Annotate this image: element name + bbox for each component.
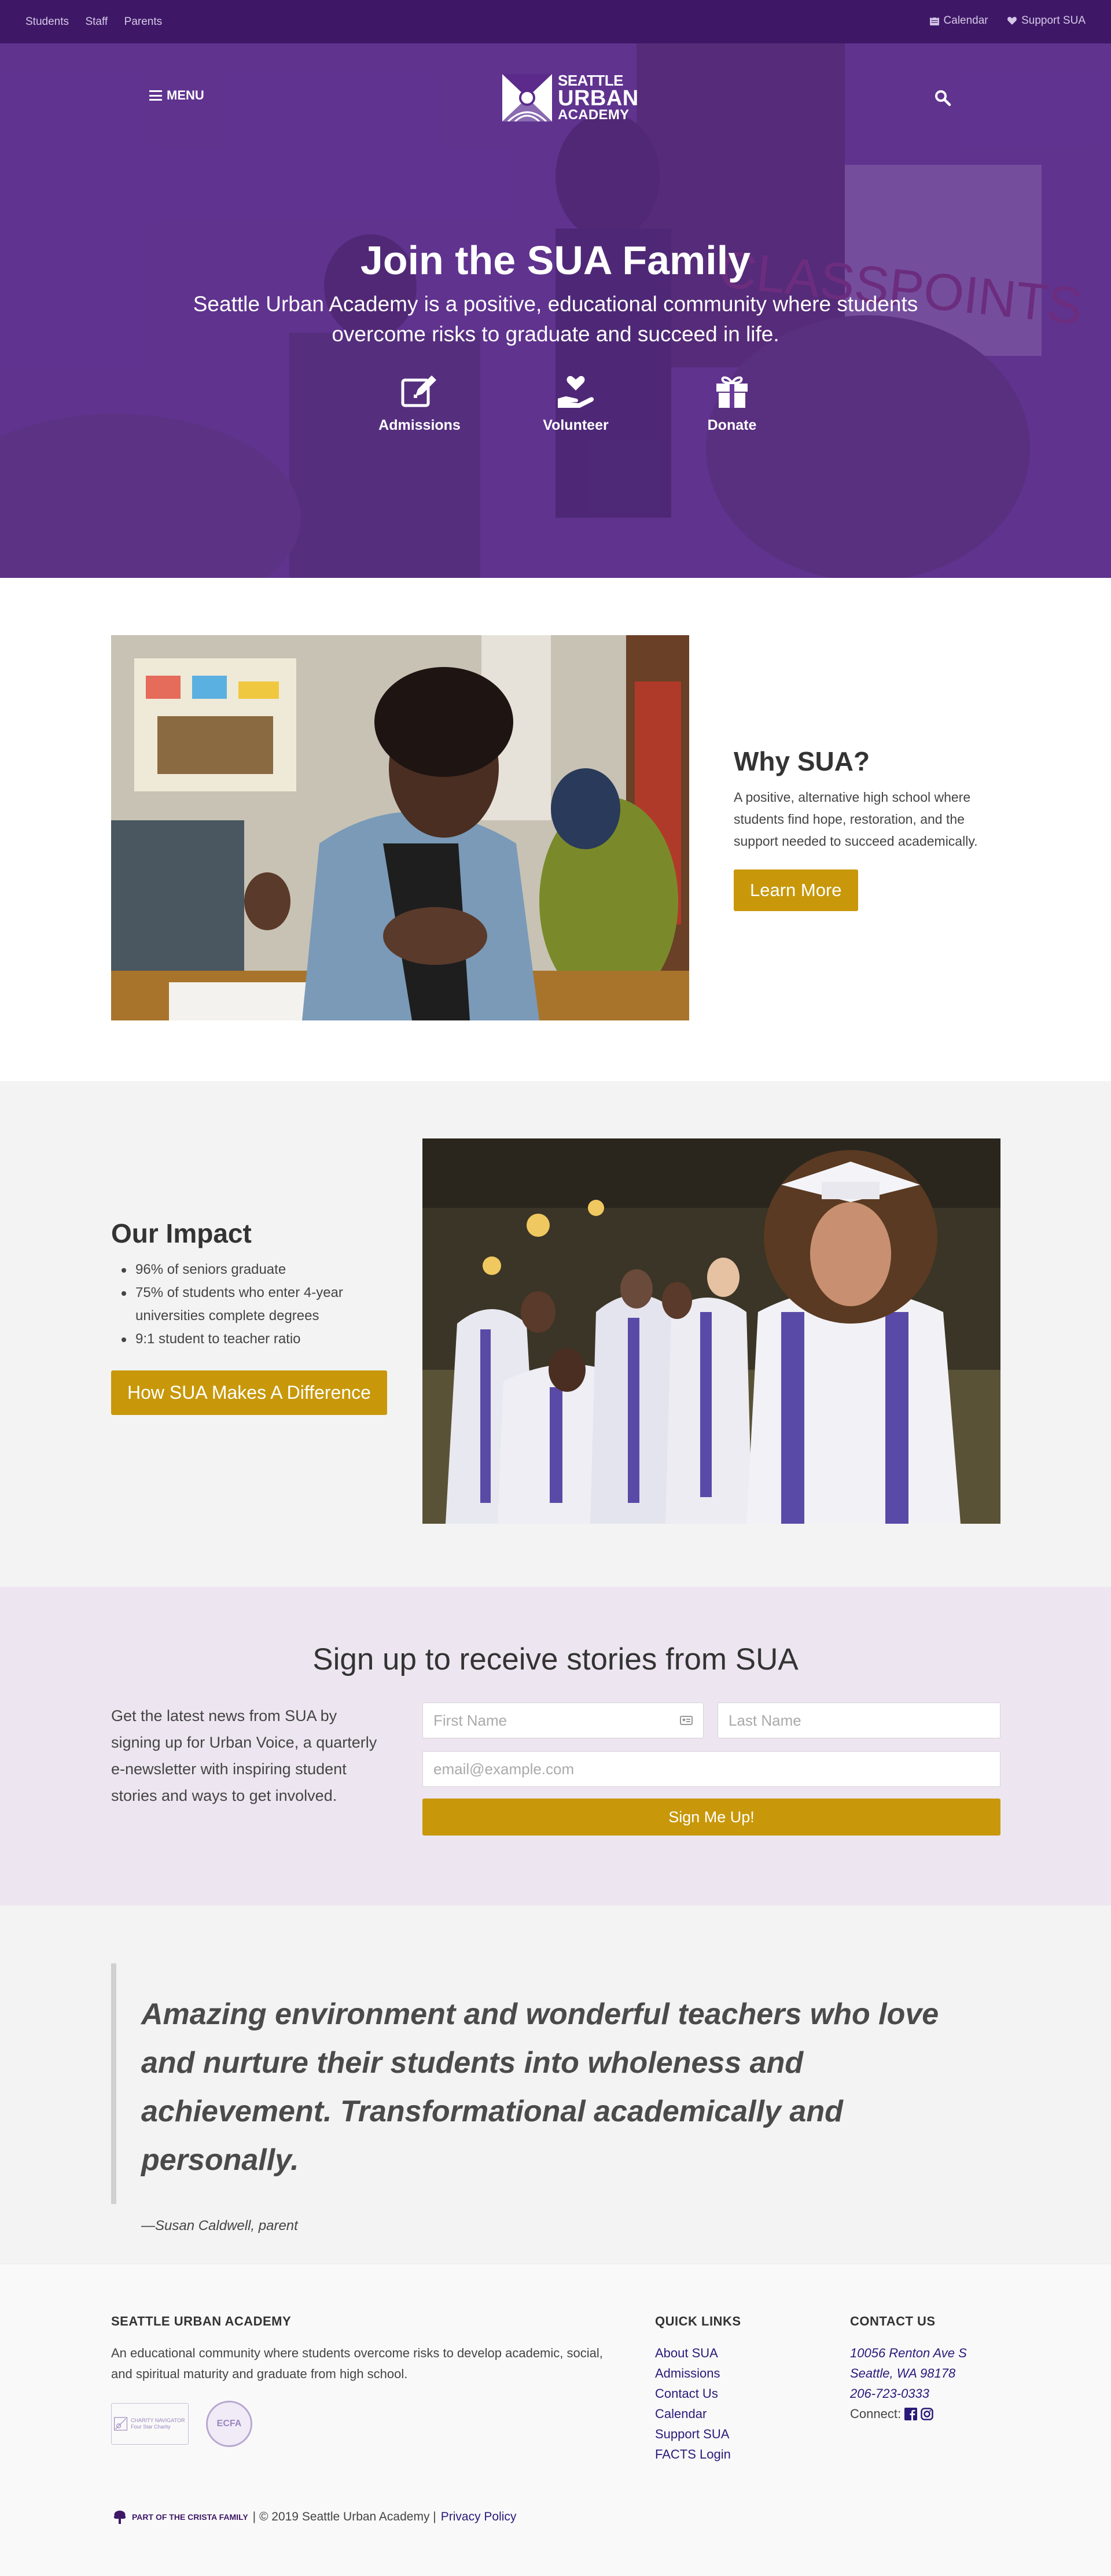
email-placeholder: email@example.com [433, 1760, 575, 1778]
first-name-field[interactable]: First Name [422, 1702, 704, 1738]
support-label: Support SUA [1021, 14, 1086, 27]
testimonial-quote: Amazing environment and wonderful teache… [141, 1998, 939, 2177]
address-line-1[interactable]: 10056 Renton Ave S [850, 2343, 967, 2363]
footer-link-calendar[interactable]: Calendar [655, 2404, 741, 2424]
contact-card-icon [680, 1716, 693, 1725]
graduates-photo [422, 1138, 1000, 1524]
logo-line-3: ACADEMY [558, 106, 630, 123]
why-sua-body: A positive, alternative high school wher… [734, 790, 978, 849]
calendar-icon [929, 16, 939, 25]
hero-title: Join the SUA Family [360, 238, 751, 283]
admissions-label: Admissions [378, 417, 461, 433]
menu-label: MENU [167, 88, 204, 102]
crista-family-text: PART OF THE CRISTA FAMILY [132, 2512, 248, 2522]
logo-wordmark: SEATTLE URBAN ACADEMY [558, 73, 639, 122]
menu-button[interactable]: MENU [149, 88, 204, 103]
impact-section: Our Impact 96% of seniors graduate 75% o… [0, 1081, 1111, 1587]
logo-line-2: URBAN [558, 86, 639, 110]
search-icon[interactable] [934, 89, 951, 106]
footer-link-support[interactable]: Support SUA [655, 2424, 741, 2444]
sign-me-up-button[interactable]: Sign Me Up! [422, 1799, 1000, 1836]
testimonial-blockquote: Amazing environment and wonderful teache… [111, 1963, 1000, 2234]
tree-icon [113, 2511, 126, 2524]
learn-more-button[interactable]: Learn More [734, 869, 858, 911]
donate-action[interactable]: Donate [654, 373, 810, 434]
gift-icon [716, 376, 748, 408]
copyright-text: | © 2019 Seattle Urban Academy | [252, 2510, 436, 2523]
logo-line-1: SEATTLE [558, 72, 624, 89]
support-link[interactable]: Support SUA [1007, 14, 1086, 27]
hero-actions: Admissions Volunteer Donate [341, 373, 810, 434]
impact-item: 75% of students who enter 4-year univers… [111, 1281, 400, 1328]
last-name-placeholder: Last Name [729, 1711, 801, 1729]
footer-link-admissions[interactable]: Admissions [655, 2363, 741, 2383]
student-photo [111, 635, 689, 1020]
footer-quick-links: QUICK LINKS About SUA Admissions Contact… [655, 2314, 741, 2464]
footer-about-title: SEATTLE URBAN ACADEMY [111, 2314, 292, 2328]
utility-bar: Students Staff Parents Calendar Support … [0, 0, 1111, 43]
impact-title: Our Impact [111, 1218, 252, 1248]
site-footer: SEATTLE URBAN ACADEMY An educational com… [0, 2264, 1111, 2576]
link-parents[interactable]: Parents [124, 16, 162, 28]
why-sua-text: Why SUA? A positive, alternative high sc… [734, 746, 1006, 911]
testimonial-attribution: —Susan Caldwell, parent [141, 2218, 298, 2234]
last-name-field[interactable]: Last Name [718, 1702, 1000, 1738]
testimonial-section: Amazing environment and wonderful teache… [0, 1906, 1111, 2264]
volunteer-label: Volunteer [543, 417, 609, 433]
footer-contact: CONTACT US 10056 Renton Ave S Seattle, W… [850, 2314, 967, 2424]
footer-badges: CHARITY NAVIGATOR Four Star Charity ECFA [111, 2401, 609, 2447]
signup-title: Sign up to receive stories from SUA [312, 1642, 799, 1676]
signup-intro: Get the latest news from SUA by signing … [111, 1707, 377, 1804]
contact-title: CONTACT US [850, 2314, 936, 2328]
link-students[interactable]: Students [25, 16, 69, 28]
facebook-icon[interactable] [904, 2407, 918, 2420]
quick-links-title: QUICK LINKS [655, 2314, 741, 2328]
hero-tagline: Seattle Urban Academy is a positive, edu… [193, 292, 918, 346]
donate-label: Donate [707, 417, 757, 433]
first-name-placeholder: First Name [433, 1711, 507, 1729]
impact-item: 96% of seniors graduate [111, 1258, 400, 1281]
charity-navigator-badge[interactable]: CHARITY NAVIGATOR Four Star Charity [111, 2403, 189, 2445]
footer-link-about[interactable]: About SUA [655, 2343, 741, 2363]
impact-item: 9:1 student to teacher ratio [111, 1328, 400, 1351]
how-sua-makes-difference-button[interactable]: How SUA Makes A Difference [111, 1370, 387, 1415]
site-logo[interactable]: SEATTLE URBAN ACADEMY [502, 73, 639, 122]
why-sua-section: Why SUA? A positive, alternative high sc… [0, 578, 1111, 1081]
ecfa-badge[interactable]: ECFA [206, 2401, 252, 2447]
address-line-2[interactable]: Seattle, WA 98178 [850, 2363, 967, 2383]
edit-icon [401, 375, 436, 407]
footer-about-text: An educational community where students … [111, 2346, 603, 2381]
phone-number[interactable]: 206-723-0333 [850, 2383, 967, 2404]
footer-link-contact[interactable]: Contact Us [655, 2383, 741, 2404]
charity-navigator-text: CHARITY NAVIGATOR Four Star Charity [131, 2417, 185, 2430]
footer-about: SEATTLE URBAN ACADEMY An educational com… [111, 2314, 609, 2447]
impact-text: Our Impact 96% of seniors graduate 75% o… [111, 1218, 400, 1415]
hamburger-icon [149, 90, 162, 101]
charity-navigator-logo-icon [114, 2417, 128, 2431]
crista-family-logo[interactable]: PART OF THE CRISTA FAMILY [111, 2508, 248, 2526]
utility-links: Students Staff Parents [25, 16, 176, 28]
logo-mark-icon [502, 73, 552, 121]
social-connect: Connect: [850, 2404, 967, 2424]
calendar-link[interactable]: Calendar [929, 14, 988, 27]
utility-right: Calendar Support SUA [913, 14, 1086, 29]
why-sua-title: Why SUA? [734, 746, 870, 776]
footer-bottom-bar: PART OF THE CRISTA FAMILY | © 2019 Seatt… [111, 2508, 516, 2526]
instagram-icon[interactable] [921, 2407, 933, 2420]
admissions-action[interactable]: Admissions [341, 373, 498, 434]
hero: CLASSPOINTS MENU SEATTLE URBAN ACADEMY [0, 43, 1111, 578]
calendar-label: Calendar [943, 14, 988, 27]
email-field[interactable]: email@example.com [422, 1751, 1000, 1787]
connect-label: Connect: [850, 2407, 902, 2421]
impact-list: 96% of seniors graduate 75% of students … [111, 1258, 400, 1351]
volunteer-action[interactable]: Volunteer [498, 373, 654, 434]
privacy-policy-link[interactable]: Privacy Policy [441, 2510, 517, 2524]
hand-heart-icon [558, 376, 594, 408]
heart-icon [1007, 17, 1017, 25]
ecfa-text: ECFA [216, 2419, 242, 2428]
footer-link-facts-login[interactable]: FACTS Login [655, 2444, 741, 2464]
newsletter-signup-section: Sign up to receive stories from SUA Get … [0, 1587, 1111, 1906]
link-staff[interactable]: Staff [85, 16, 108, 28]
